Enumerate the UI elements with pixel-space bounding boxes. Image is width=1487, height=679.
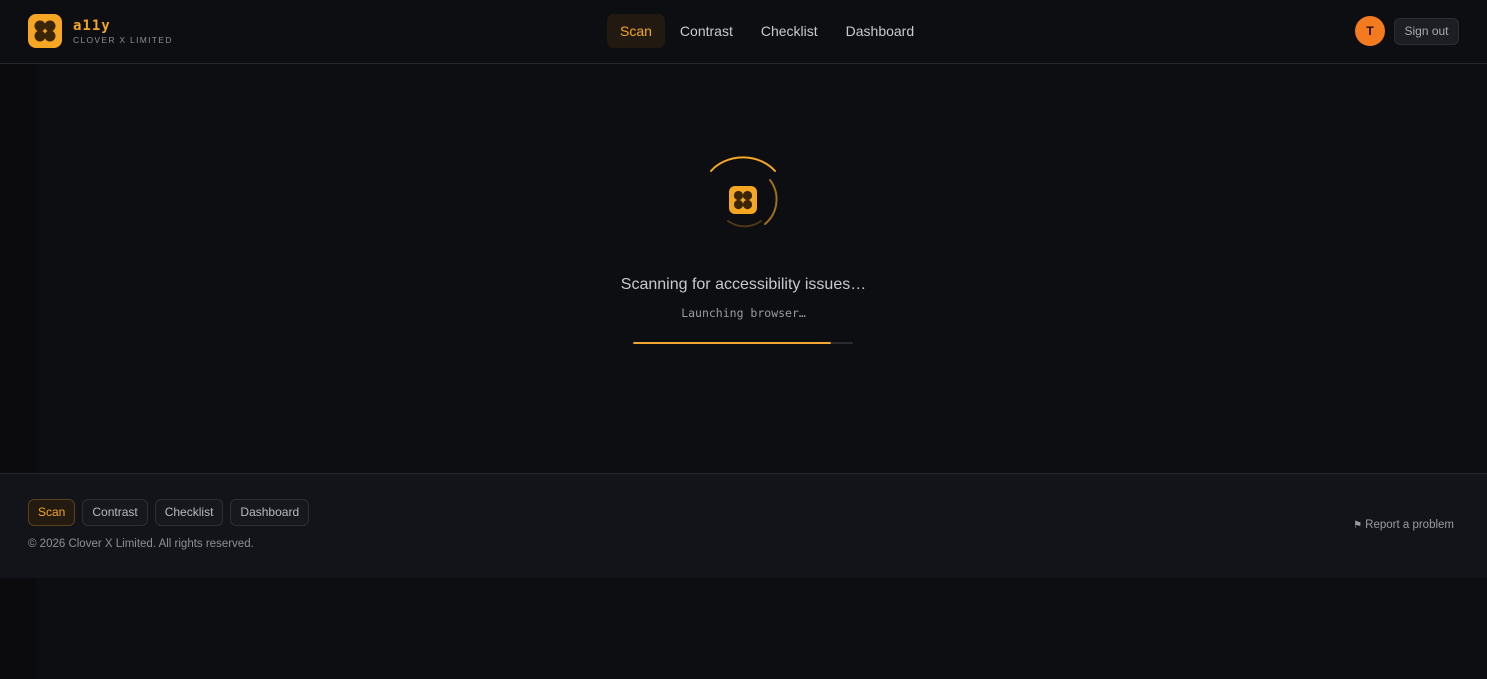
scan-loader	[703, 155, 783, 235]
brand-name: a11y	[73, 17, 111, 34]
footer-nav: Scan Contrast Checklist Dashboard	[28, 499, 310, 526]
scan-title: Scanning for accessibility issues…	[620, 276, 867, 293]
nav-item-scan[interactable]: Scan	[607, 14, 665, 48]
left-edge-strip	[0, 64, 36, 679]
nav-item-dashboard[interactable]: Dashboard	[833, 14, 928, 48]
page-footer: Scan Contrast Checklist Dashboard © 2026…	[0, 473, 1487, 578]
footer-link-dashboard[interactable]: Dashboard	[230, 499, 310, 526]
footer-link-checklist[interactable]: Checklist	[154, 499, 224, 526]
nav-item-contrast[interactable]: Contrast	[667, 14, 746, 48]
app-page: a11y CLOVER X LIMITED Scan Contrast Chec…	[0, 0, 1487, 679]
scan-progress-fill	[633, 342, 831, 344]
user-avatar[interactable]: T	[1355, 16, 1385, 46]
footer-link-contrast[interactable]: Contrast	[82, 499, 148, 526]
scan-progress-bar	[633, 342, 853, 344]
footer-link-scan[interactable]: Scan	[28, 499, 76, 526]
nav-item-checklist[interactable]: Checklist	[748, 14, 831, 48]
copyright-text: © 2026 Clover X Limited. All rights rese…	[28, 538, 254, 550]
scan-status: Launching browser…	[681, 306, 806, 320]
report-problem-label: Report a problem	[1365, 519, 1454, 531]
report-problem-link[interactable]: ⚑ Report a problem	[1353, 519, 1454, 531]
top-header: a11y CLOVER X LIMITED Scan Contrast Chec…	[0, 0, 1487, 64]
brand[interactable]: a11y CLOVER X LIMITED	[28, 14, 173, 48]
clover-center-icon	[729, 186, 757, 214]
flag-icon: ⚑	[1353, 519, 1363, 531]
sign-out-button[interactable]: Sign out	[1394, 18, 1459, 45]
spinner-ring-icon	[710, 156, 778, 228]
clover-logo-icon	[28, 14, 62, 48]
brand-subtitle: CLOVER X LIMITED	[73, 34, 173, 45]
main-nav: Scan Contrast Checklist Dashboard	[607, 14, 927, 48]
